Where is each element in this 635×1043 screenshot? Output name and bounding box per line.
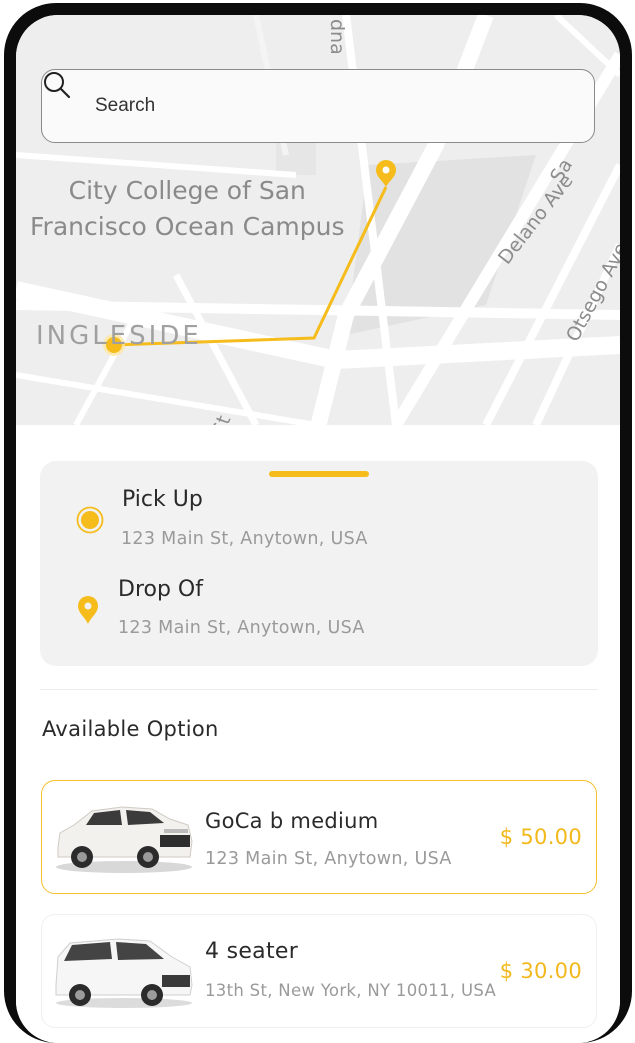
phone-frame: City College of San Francisco Ocean Camp… (4, 3, 632, 1043)
ride-option-card[interactable]: GoCa b medium 123 Main St, Anytown, USA … (41, 780, 597, 894)
map-label-campus-line2: Francisco Ocean Campus (30, 212, 345, 241)
map-label-campus-line1: City College of San (68, 176, 306, 205)
bottom-sheet: Pick Up 123 Main St, Anytown, USA Drop O… (16, 425, 620, 1043)
ride-option-address: 123 Main St, Anytown, USA (205, 849, 452, 869)
map-label-campus: City College of San Francisco Ocean Camp… (30, 173, 345, 245)
search-icon (44, 72, 86, 122)
ride-option-card[interactable]: 4 seater 13th St, New York, NY 10011, US… (41, 914, 597, 1028)
ride-option-name: GoCa b medium (205, 809, 379, 833)
pickup-dot-icon (76, 506, 104, 534)
ride-option-price: $ 30.00 (499, 959, 582, 983)
dropoff-address: 123 Main St, Anytown, USA (118, 618, 365, 638)
pickup-address: 123 Main St, Anytown, USA (121, 529, 368, 549)
white-suv-image (56, 806, 193, 873)
search-bar[interactable]: Search (41, 69, 595, 143)
map-label-street-top: dna (326, 19, 348, 55)
trip-locations-card: Pick Up 123 Main St, Anytown, USA Drop O… (40, 461, 598, 666)
dropoff-title: Drop Of (118, 577, 203, 602)
location-pin-icon (78, 596, 98, 624)
app-screen: City College of San Francisco Ocean Camp… (16, 15, 620, 1043)
pickup-title: Pick Up (122, 487, 203, 512)
available-options-title: Available Option (42, 717, 219, 741)
map-view[interactable]: City College of San Francisco Ocean Camp… (16, 15, 620, 425)
white-minivan-image (55, 938, 193, 1008)
map-label-neighborhood: INGLESIDE (36, 321, 202, 351)
ride-option-price: $ 50.00 (499, 825, 582, 849)
sheet-drag-handle[interactable] (269, 471, 369, 477)
search-input[interactable]: Search (95, 95, 155, 117)
section-divider (40, 689, 598, 690)
ride-option-address: 13th St, New York, NY 10011, USA (205, 981, 497, 1000)
ride-option-name: 4 seater (205, 939, 299, 964)
